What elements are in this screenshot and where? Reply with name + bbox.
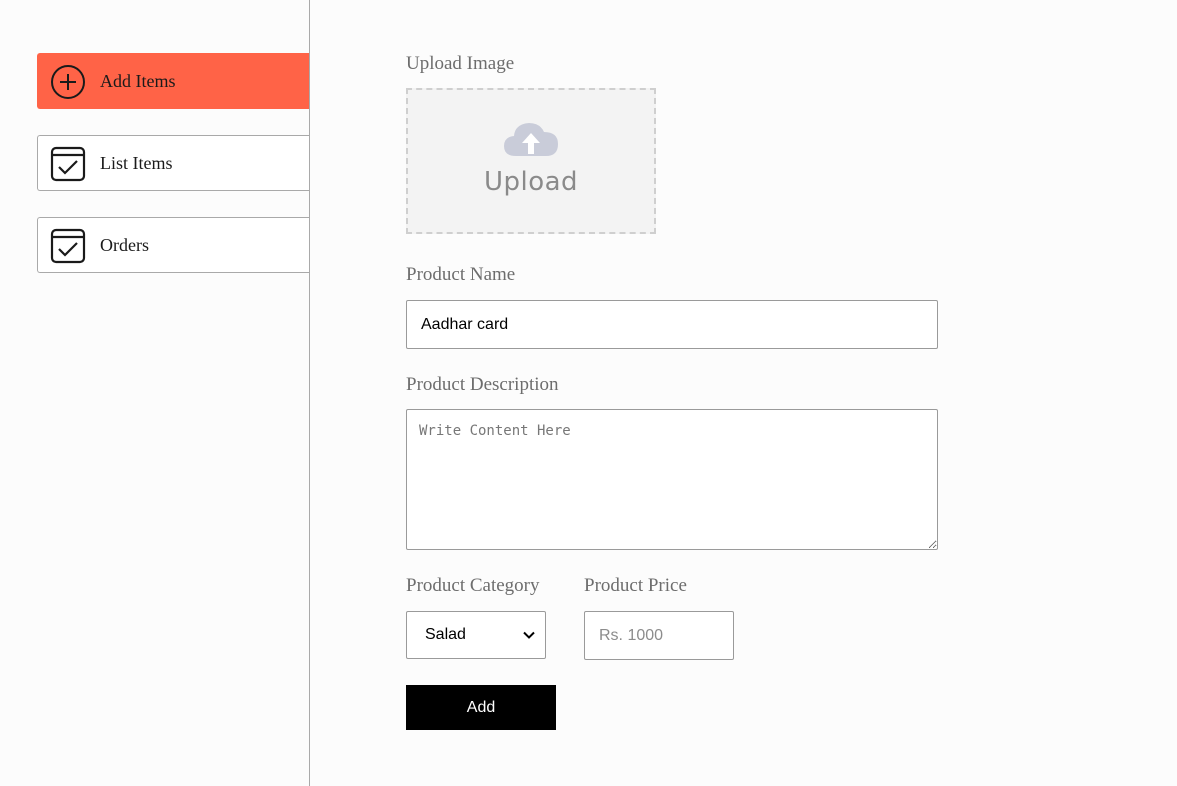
product-category-select[interactable]: Salad [406,611,546,659]
upload-text: Upload [483,166,579,197]
add-circle-icon [50,64,86,100]
sidebar: Add Items List Items Orders [0,0,310,786]
sidebar-item-add-items[interactable]: Add Items [37,53,309,109]
product-description-textarea[interactable] [406,409,938,550]
upload-image-label: Upload Image [406,53,515,74]
chevron-down-icon [523,626,535,644]
sidebar-item-list-items[interactable]: List Items [37,135,309,191]
calendar-check-icon [50,228,86,264]
upload-image-dropzone[interactable]: Upload [406,88,656,234]
product-price-input[interactable] [584,611,734,660]
calendar-check-icon [50,146,86,182]
add-button[interactable]: Add [406,685,556,730]
cloud-upload-icon [502,122,560,165]
sidebar-item-label: Orders [100,235,149,255]
sidebar-item-orders[interactable]: Orders [37,217,309,273]
category-selected-value: Salad [425,626,466,643]
product-name-input[interactable] [406,300,938,349]
product-name-label: Product Name [406,264,516,285]
product-description-label: Product Description [406,374,559,395]
product-price-label: Product Price [584,575,687,596]
sidebar-item-label: Add Items [100,71,176,91]
sidebar-item-label: List Items [100,153,173,173]
product-category-label: Product Category [406,575,540,596]
